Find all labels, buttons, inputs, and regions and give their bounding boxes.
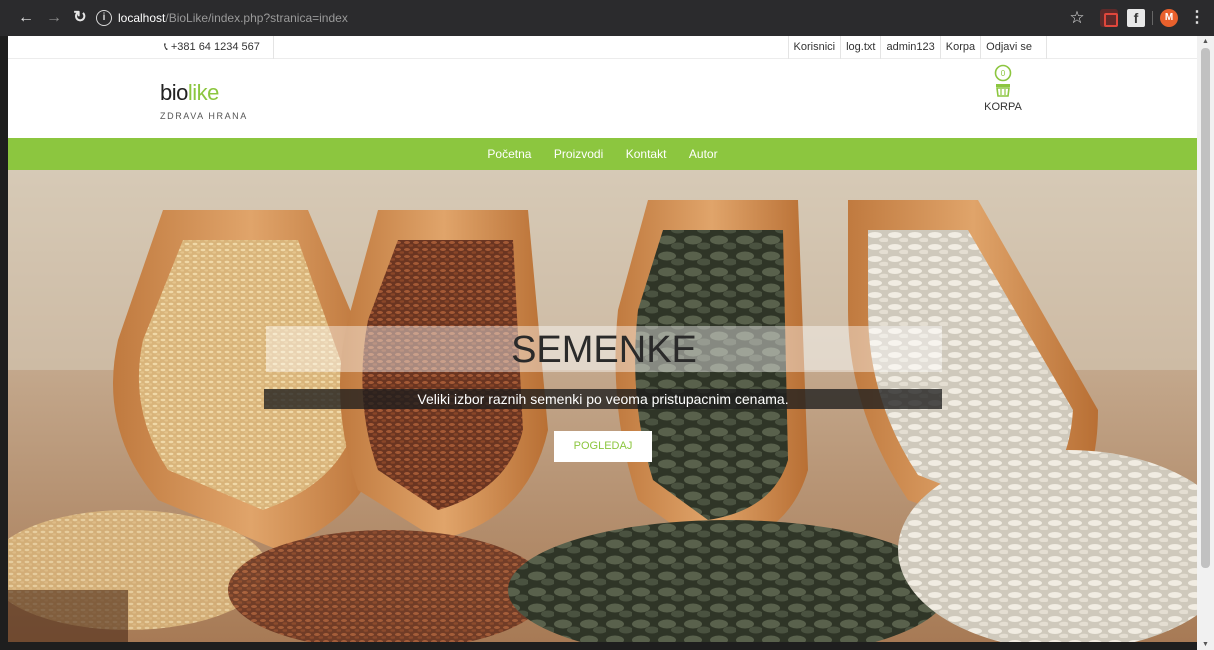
phone-number: +381 64 1234 567	[170, 41, 260, 53]
scroll-up-arrow-icon[interactable]: ▲	[1202, 38, 1209, 45]
top-info-bar: 📞︎ +381 64 1234 567 Korisnici log.txt adm…	[8, 36, 1197, 59]
browser-menu-icon[interactable]: ⋮	[1188, 9, 1206, 27]
site-info-icon[interactable]: i	[96, 9, 112, 26]
logo-tagline: ZDRAVA HRANA	[160, 111, 248, 121]
site-logo[interactable]: biolike ZDRAVA HRANA	[160, 80, 248, 121]
cart-widget[interactable]: 0 KORPA	[978, 64, 1028, 113]
address-bar[interactable]: i localhost/BioLike/index.php?stranica=in…	[96, 7, 1096, 29]
basket-icon: 0	[993, 64, 1013, 98]
reload-icon[interactable]: ↻	[70, 8, 90, 28]
url-host: localhost	[118, 11, 166, 25]
page-bottom-strip	[0, 642, 1197, 650]
bookmark-star-icon[interactable]: ☆	[1068, 9, 1086, 27]
user-links: Korisnici log.txt admin123 Korpa Odjavi …	[787, 36, 1047, 59]
web-page: 📞︎ +381 64 1234 567 Korisnici log.txt adm…	[8, 36, 1197, 642]
svg-text:0: 0	[1001, 69, 1006, 78]
profile-avatar[interactable]: M	[1160, 9, 1178, 27]
link-admin[interactable]: admin123	[880, 36, 939, 59]
hero-subtitle: Veliki izbor raznih semenki po veoma pri…	[417, 391, 789, 407]
hero-title: SEMENKE	[511, 329, 697, 371]
url-path: /BioLike/index.php?stranica=index	[165, 11, 348, 25]
scrollbar-thumb[interactable]	[1201, 48, 1210, 568]
view-button[interactable]: POGLEDAJ	[554, 431, 652, 462]
logo-text-like: like	[187, 80, 220, 105]
nav-pocetna[interactable]: Početna	[487, 138, 531, 170]
back-icon[interactable]: ←	[16, 8, 36, 28]
main-navigation: Početna Proizvodi Kontakt Autor	[8, 138, 1197, 170]
phone-contact: 📞︎ +381 64 1234 567	[152, 36, 274, 59]
nav-proizvodi[interactable]: Proizvodi	[554, 138, 603, 170]
logo-text-bio: bio	[160, 80, 188, 105]
pdf-extension-icon[interactable]	[1100, 9, 1118, 27]
cart-label: KORPA	[984, 101, 1022, 113]
link-korpa[interactable]: Korpa	[939, 36, 980, 59]
scroll-down-arrow-icon[interactable]: ▼	[1202, 641, 1209, 648]
hero-slider: SEMENKE Veliki izbor raznih semenki po v…	[8, 170, 1197, 642]
phone-icon: 📞︎	[164, 41, 168, 53]
link-logout[interactable]: Odjavi se	[980, 36, 1047, 59]
link-log[interactable]: log.txt	[840, 36, 880, 59]
facebook-extension-icon[interactable]: f	[1127, 9, 1145, 27]
nav-autor[interactable]: Autor	[689, 138, 718, 170]
link-korisnici[interactable]: Korisnici	[787, 36, 841, 59]
nav-kontakt[interactable]: Kontakt	[626, 138, 667, 170]
page-scrollbar[interactable]: ▲ ▼	[1197, 36, 1214, 650]
forward-icon[interactable]: →	[44, 8, 64, 28]
browser-toolbar: ← → ↻ i localhost/BioLike/index.php?stran…	[0, 0, 1214, 36]
site-header: biolike ZDRAVA HRANA 0 KORPA	[8, 60, 1197, 138]
toolbar-divider	[1152, 11, 1153, 25]
